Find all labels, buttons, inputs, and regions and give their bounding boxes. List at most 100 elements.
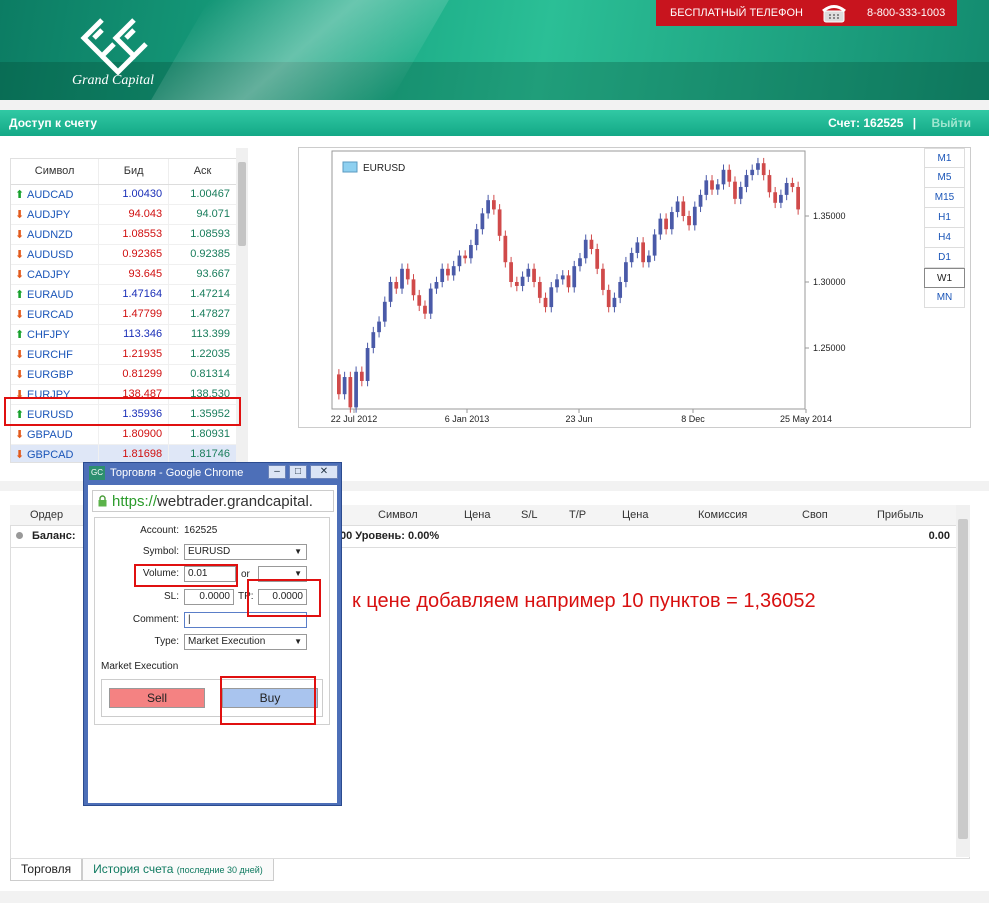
quote-symbol: ⬆ EURAUD	[11, 284, 100, 305]
address-bar[interactable]: https:// webtrader.grandcapital.	[92, 490, 334, 512]
col-price[interactable]: Цена	[464, 509, 490, 521]
x-tick-label: 8 Dec	[681, 414, 705, 424]
quote-row[interactable]: ⬇ AUDUSD 0.92365 0.92385	[11, 244, 237, 265]
quote-bid: 1.21935	[98, 344, 170, 365]
close-button[interactable]: ✕	[310, 465, 338, 479]
quote-row[interactable]: ⬇ EURGBP 0.81299 0.81314	[11, 364, 237, 385]
timeframe-h4[interactable]: H4	[924, 228, 965, 248]
telephone-icon	[822, 5, 846, 23]
quote-symbol: ⬇ AUDUSD	[11, 244, 100, 265]
arrow-down-icon: ⬇	[15, 448, 25, 461]
timeframe-h1[interactable]: H1	[924, 208, 965, 228]
quote-symbol: ⬆ AUDCAD	[11, 184, 100, 205]
section-title: Доступ к счету	[9, 116, 98, 130]
quote-row[interactable]: ⬇ GBPAUD 1.80900 1.80931	[11, 424, 237, 445]
tab-trading[interactable]: Торговля	[10, 859, 83, 881]
trade-popup-window: GC Торговля - Google Chrome – □ ✕ https:…	[83, 462, 342, 806]
phone-label: БЕСПЛАТНЫЙ ТЕЛЕФОН	[670, 7, 803, 19]
quote-row[interactable]: ⬇ AUDJPY 94.043 94.071	[11, 204, 237, 225]
arrow-up-icon: ⬆	[15, 328, 25, 341]
quote-bid: 1.47164	[98, 284, 170, 305]
col-sl[interactable]: S/L	[521, 509, 538, 521]
quote-row[interactable]: ⬇ GBPCAD 1.81698 1.81746	[11, 444, 237, 462]
arrow-up-icon: ⬆	[15, 188, 25, 201]
col-swap[interactable]: Своп	[802, 509, 828, 521]
quote-ask: 1.81746	[168, 444, 237, 462]
annotation-text: к цене добавляем например 10 пунктов = 1…	[352, 590, 816, 612]
sl-label: SL:	[163, 591, 179, 602]
quote-row[interactable]: ⬇ EURCHF 1.21935 1.22035	[11, 344, 237, 365]
legend-label: EURUSD	[363, 163, 405, 174]
brand-name: Grand Capital	[72, 73, 155, 88]
candle	[497, 204, 502, 242]
candle	[503, 230, 508, 268]
buy-highlight-frame	[220, 676, 316, 725]
symbol-select[interactable]: EURUSD	[184, 544, 307, 560]
type-select[interactable]: Market Execution	[184, 634, 307, 650]
balance-label: Баланс:	[32, 530, 76, 542]
candlestick-chart[interactable]: EURUSD 1.35000 1.30000 1.25000 22 Jul 2012 6 …	[299, 148, 970, 427]
timeframe-w1[interactable]: W1	[924, 268, 965, 288]
sell-button[interactable]: Sell	[109, 688, 205, 708]
quote-row[interactable]: ⬆ EURAUD 1.47164 1.47214	[11, 284, 237, 305]
quote-ask: 1.80931	[168, 424, 237, 445]
col-profit[interactable]: Прибыль	[877, 509, 924, 521]
x-tick-label: 25 May 2014	[780, 414, 832, 424]
timeframe-d1[interactable]: D1	[924, 248, 965, 268]
account-label: Account:	[140, 525, 179, 536]
col-ask[interactable]: Аск	[168, 159, 237, 185]
col-commission[interactable]: Комиссия	[698, 509, 747, 521]
quote-ask: 1.47827	[168, 304, 237, 325]
quote-row[interactable]: ⬆ CHFJPY 113.346 113.399	[11, 324, 237, 345]
col-price-2[interactable]: Цена	[622, 509, 648, 521]
timeframe-mn[interactable]: MN	[924, 288, 965, 308]
phone-number[interactable]: 8-800-333-1003	[867, 7, 945, 19]
quote-ask: 1.00467	[168, 184, 237, 205]
col-symbol[interactable]: Символ	[378, 509, 418, 521]
y-tick-label: 1.30000	[813, 277, 846, 287]
quote-row[interactable]: ⬇ CADJPY 93.645 93.667	[11, 264, 237, 285]
arrow-down-icon: ⬇	[15, 368, 25, 381]
account-value: 162525	[184, 525, 218, 536]
tp-highlight-frame	[247, 579, 321, 617]
minimize-button[interactable]: –	[268, 465, 286, 479]
separator: |	[912, 116, 917, 130]
quote-bid: 0.92365	[98, 244, 170, 265]
col-bid[interactable]: Бид	[98, 159, 170, 185]
col-tp[interactable]: T/P	[569, 509, 586, 521]
quote-row[interactable]: ⬆ AUDCAD 1.00430 1.00467	[11, 184, 237, 205]
price-chart[interactable]: EURUSD 1.35000 1.30000 1.25000 22 Jul 2012 6 …	[298, 147, 971, 428]
quote-bid: 1.47799	[98, 304, 170, 325]
x-tick-label: 6 Jan 2013	[445, 414, 490, 424]
quote-ask: 113.399	[168, 324, 237, 345]
quote-bid: 1.80900	[98, 424, 170, 445]
quote-bid: 113.346	[98, 324, 170, 345]
timeframe-m1[interactable]: M1	[924, 148, 965, 168]
arrow-down-icon: ⬇	[15, 348, 25, 361]
timeframe-m15[interactable]: M15	[924, 188, 965, 208]
quote-row[interactable]: ⬇ AUDNZD 1.08553 1.08593	[11, 224, 237, 245]
orders-scrollbar[interactable]	[956, 505, 970, 857]
candle	[354, 366, 358, 413]
account-info: Счет: 162525 | Выйти	[828, 116, 971, 130]
arrow-down-icon: ⬇	[15, 208, 25, 221]
col-order[interactable]: Ордер	[30, 509, 63, 521]
profit-total: 0.00	[928, 530, 950, 542]
tab-account-history[interactable]: История счета (последние 30 дней)	[82, 859, 274, 881]
sl-input[interactable]: 0.0000	[184, 589, 234, 605]
quote-symbol: ⬇ AUDJPY	[11, 204, 100, 225]
logout-link[interactable]: Выйти	[931, 116, 971, 130]
volume-highlight-frame	[134, 564, 238, 587]
quote-symbol: ⬇ GBPAUD	[11, 424, 100, 445]
timeframe-m5[interactable]: M5	[924, 168, 965, 188]
type-label: Type:	[154, 636, 179, 647]
candle	[365, 342, 370, 387]
x-tick-label: 23 Jun	[565, 414, 592, 424]
quote-row[interactable]: ⬇ EURCAD 1.47799 1.47827	[11, 304, 237, 325]
maximize-button[interactable]: □	[289, 465, 307, 479]
quote-symbol: ⬆ CHFJPY	[11, 324, 100, 345]
comment-label: Comment:	[132, 614, 179, 625]
quote-ask: 1.47214	[168, 284, 237, 305]
col-symbol[interactable]: Символ	[11, 159, 100, 185]
margin-level: 00 Уровень: 0.00%	[340, 530, 440, 542]
